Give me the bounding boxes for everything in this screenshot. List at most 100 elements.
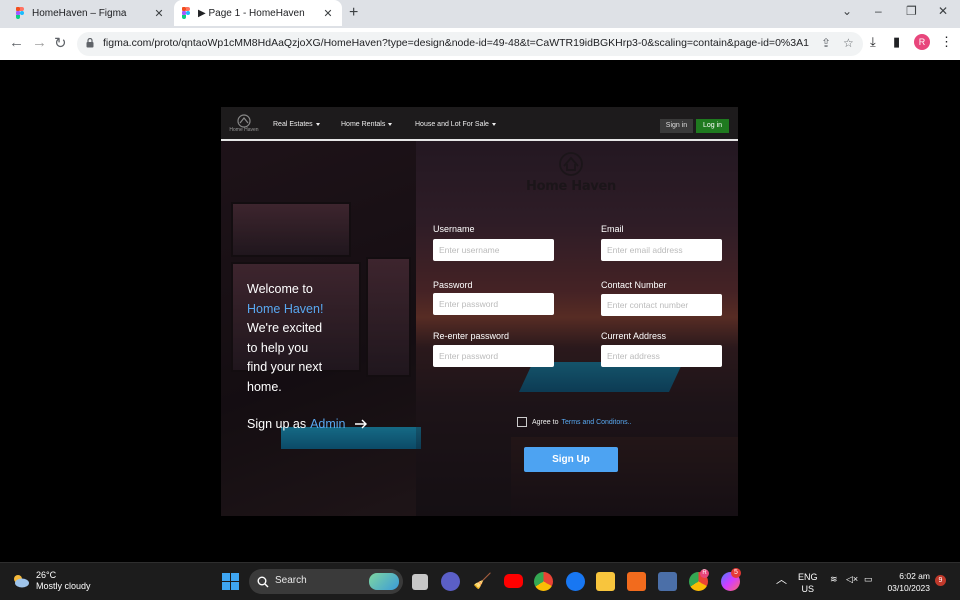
login-button[interactable]: Log in bbox=[696, 119, 729, 133]
side-panel-icon[interactable]: ▮ bbox=[893, 34, 900, 50]
clock[interactable]: 6:02 am 03/10/2023 bbox=[880, 570, 930, 594]
broom-app-icon[interactable]: 🧹 bbox=[473, 572, 492, 591]
cloud-icon bbox=[14, 575, 29, 588]
teams-chat-icon[interactable] bbox=[441, 572, 460, 591]
messenger-badge: 5 bbox=[731, 568, 741, 578]
profile-avatar[interactable]: R bbox=[914, 34, 930, 50]
youtube-icon[interactable] bbox=[504, 574, 523, 588]
agree-prefix: Agree to bbox=[532, 418, 559, 426]
new-tab-button[interactable]: + bbox=[349, 4, 358, 22]
region-code: US bbox=[801, 584, 815, 594]
date: 03/10/2023 bbox=[887, 583, 930, 593]
welcome-line: We're excited bbox=[247, 321, 323, 335]
caret-down-icon bbox=[491, 122, 496, 126]
email-label: Email bbox=[601, 224, 624, 234]
tab-strip: HomeHaven – Figma ✕ ▶ Page 1 - HomeHaven… bbox=[0, 0, 960, 26]
close-tab-icon[interactable]: ✕ bbox=[151, 7, 167, 20]
tab-title: ▶ Page 1 - HomeHaven bbox=[198, 7, 305, 19]
forward-icon[interactable]: → bbox=[32, 34, 47, 51]
nav-label: House and Lot For Sale bbox=[415, 121, 489, 128]
arrow-right-icon[interactable] bbox=[354, 419, 368, 429]
volume-icon[interactable]: ◁× bbox=[846, 574, 858, 585]
chrome-icon[interactable] bbox=[534, 572, 553, 591]
bookmark-star-icon[interactable]: ☆ bbox=[843, 36, 854, 50]
wifi-icon[interactable]: ≋ bbox=[830, 574, 838, 585]
search-label: Search bbox=[275, 575, 307, 586]
admin-link[interactable]: Admin bbox=[310, 417, 345, 431]
tab-search-icon[interactable]: ⌄ bbox=[842, 4, 852, 18]
welcome-line: home. bbox=[247, 379, 282, 394]
contact-label: Contact Number bbox=[601, 280, 667, 290]
site-logo[interactable]: Home Haven bbox=[226, 113, 262, 135]
figma-icon bbox=[182, 7, 191, 19]
caret-down-icon bbox=[388, 122, 393, 126]
welcome-line: to help you bbox=[247, 340, 309, 355]
url-text: figma.com/proto/qntaoWp1cMM8HdAaQzjoXG/H… bbox=[103, 37, 809, 49]
back-icon[interactable]: ← bbox=[9, 34, 24, 51]
menu-kebab-icon[interactable]: ⋮ bbox=[940, 34, 953, 50]
time: 6:02 am bbox=[899, 571, 930, 581]
nav-house-and-lot[interactable]: House and Lot For Sale bbox=[415, 121, 496, 128]
battery-icon[interactable]: ▭ bbox=[864, 574, 873, 585]
close-window-icon[interactable]: ✕ bbox=[938, 4, 948, 18]
welcome-line: Welcome to bbox=[247, 282, 313, 296]
agree-checkbox[interactable] bbox=[517, 417, 527, 427]
share-icon[interactable]: ⇪ bbox=[821, 36, 831, 50]
site-navbar: Home Haven Real Estates Home Rentals Hou… bbox=[221, 107, 738, 141]
house-logo-icon bbox=[559, 152, 583, 176]
facebook-icon[interactable] bbox=[566, 572, 585, 591]
nav-label: Real Estates bbox=[273, 121, 313, 128]
brand-name: Home Haven bbox=[526, 179, 616, 194]
close-tab-icon[interactable]: ✕ bbox=[320, 7, 336, 20]
search-icon bbox=[257, 576, 269, 588]
file-explorer-icon[interactable] bbox=[596, 572, 615, 591]
restore-icon[interactable]: ❐ bbox=[906, 4, 917, 18]
xampp-icon[interactable] bbox=[627, 572, 646, 591]
windows-taskbar: 26°C Mostly cloudy Search 🧹 R 5 ︿ ENG US… bbox=[0, 562, 960, 600]
notification-badge[interactable]: 9 bbox=[935, 575, 946, 586]
minimize-icon[interactable]: – bbox=[875, 4, 882, 18]
nav-home-rentals[interactable]: Home Rentals bbox=[341, 121, 393, 128]
tab-figma[interactable]: HomeHaven – Figma ✕ bbox=[8, 0, 173, 26]
signup-button[interactable]: Sign Up bbox=[524, 447, 618, 472]
task-view-icon[interactable] bbox=[412, 574, 428, 590]
temperature: 26°C bbox=[36, 570, 57, 580]
taskbar-search[interactable]: Search bbox=[249, 569, 403, 594]
address-label: Current Address bbox=[601, 331, 667, 341]
contact-input[interactable] bbox=[601, 294, 722, 316]
password-input[interactable] bbox=[433, 293, 554, 315]
address-bar[interactable]: figma.com/proto/qntaoWp1cMM8HdAaQzjoXG/H… bbox=[77, 32, 863, 56]
language-code: ENG bbox=[798, 572, 818, 582]
signin-button[interactable]: Sign in bbox=[660, 119, 693, 133]
brand-logo: Home Haven bbox=[521, 149, 621, 199]
download-icon[interactable]: ⤓ bbox=[870, 34, 876, 50]
weather-widget[interactable]: 26°C Mostly cloudy bbox=[12, 570, 91, 592]
reload-icon[interactable]: ↻ bbox=[54, 34, 67, 52]
welcome-message: Welcome to Home Haven! We're excited to … bbox=[247, 280, 323, 397]
nav-real-estates[interactable]: Real Estates bbox=[273, 121, 320, 128]
username-input[interactable] bbox=[433, 239, 554, 261]
start-button[interactable] bbox=[222, 573, 239, 590]
welcome-brand: Home Haven! bbox=[247, 301, 324, 316]
address-input[interactable] bbox=[601, 345, 722, 367]
email-input[interactable] bbox=[601, 239, 722, 261]
reenter-password-label: Re-enter password bbox=[433, 331, 510, 341]
prototype-frame: Home Haven Real Estates Home Rentals Hou… bbox=[221, 107, 738, 516]
terms-link[interactable]: Terms and Conditons.. bbox=[561, 419, 631, 426]
weather-condition: Mostly cloudy bbox=[36, 581, 91, 591]
terms-agreement: Agree to Terms and Conditons.. bbox=[517, 417, 632, 427]
logo-text: Home Haven bbox=[229, 127, 259, 133]
admin-prefix: Sign up as bbox=[247, 417, 307, 431]
show-hidden-icons-icon[interactable]: ︿ bbox=[776, 571, 787, 587]
database-app-icon[interactable] bbox=[658, 572, 677, 591]
figma-icon bbox=[16, 7, 25, 19]
tab-homehaven[interactable]: ▶ Page 1 - HomeHaven ✕ bbox=[174, 0, 342, 26]
browser-chrome: HomeHaven – Figma ✕ ▶ Page 1 - HomeHaven… bbox=[0, 0, 960, 60]
language-indicator[interactable]: ENG US bbox=[798, 571, 818, 595]
browser-toolbar: ← → ↻ figma.com/proto/qntaoWp1cMM8HdAaQz… bbox=[0, 28, 960, 60]
username-label: Username bbox=[433, 224, 475, 234]
reenter-password-input[interactable] bbox=[433, 345, 554, 367]
tab-title: HomeHaven – Figma bbox=[32, 7, 127, 19]
signup-admin-link[interactable]: Sign up as Admin bbox=[247, 417, 368, 431]
caret-down-icon bbox=[315, 122, 320, 126]
